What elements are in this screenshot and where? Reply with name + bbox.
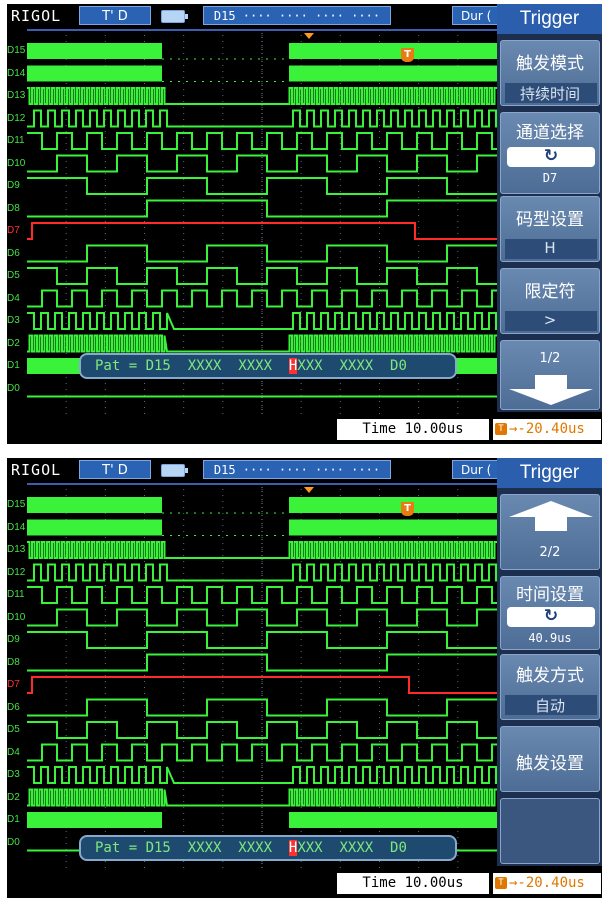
channel-label-d11: D11 — [7, 135, 25, 146]
menu-label: 触发模式 — [516, 54, 584, 74]
pattern-set-button[interactable]: 码型设置 H — [500, 196, 600, 262]
status-bar: RIGOL T' D D15 ···· ···· ···· ···· D0 Du… — [7, 4, 502, 42]
menu-label: 触发设置 — [516, 754, 584, 774]
channel-label-d0: D0 — [7, 836, 20, 848]
channel-label-d6: D6 — [7, 701, 20, 713]
channel-label-d14: D14 — [7, 67, 26, 79]
channel-label-d5: D5 — [7, 724, 20, 735]
empty-menu-slot — [500, 798, 600, 864]
arrow-down-icon — [509, 375, 593, 405]
menu-value: 持续时间 — [519, 85, 580, 103]
trigger-marker-icon: T — [401, 48, 414, 62]
menu-label: 通道选择 — [516, 123, 584, 143]
pattern-status: D15 ···· ···· ···· ···· D0 — [203, 6, 391, 42]
page-indicator: 1/2 — [539, 351, 561, 366]
channel-label-d2: D2 — [7, 791, 20, 803]
menu-label: 限定符 — [524, 282, 576, 302]
duration-indicator: Dur ( — [452, 460, 502, 479]
channel-label-d10: D10 — [7, 157, 26, 169]
bottom-bar: Time 10.00us T →-20.40us — [7, 416, 602, 444]
channel-label-d10: D10 — [7, 611, 26, 623]
pattern-overlay: Pat = D15 XXXX XXXX HXXX XXXX D0 — [79, 835, 457, 861]
trigger-setup-button[interactable]: 触发设置 — [500, 726, 600, 792]
channel-label-d3: D3 — [7, 769, 20, 780]
channel-label-d12: D12 — [7, 112, 26, 124]
time-readout: Time 10.00us — [337, 419, 489, 440]
menu-title[interactable]: Trigger — [497, 4, 602, 34]
channel-label-d2: D2 — [7, 337, 20, 349]
page-up-button[interactable]: 2/2 — [500, 494, 600, 570]
trigger-offset-readout: T →-20.40us — [493, 873, 601, 894]
menu-value: 40.9us — [528, 631, 572, 645]
trigger-offset-icon: T — [495, 423, 507, 435]
channel-label-d1: D1 — [7, 814, 20, 825]
brand-logo: RIGOL — [11, 461, 62, 479]
channel-label-d12: D12 — [7, 566, 26, 578]
channel-label-d8: D8 — [7, 656, 20, 668]
channel-label-d13: D13 — [7, 90, 26, 101]
channel-label-d13: D13 — [7, 544, 26, 555]
rotate-knob-icon: ↻ — [543, 146, 559, 166]
trigger-marker-icon: T — [401, 502, 414, 516]
channel-label-d7: D7 — [7, 225, 20, 236]
channel-label-d4: D4 — [7, 746, 20, 758]
pattern-status: D15 ···· ···· ···· ···· D0 — [203, 460, 391, 496]
time-set-button[interactable]: 时间设置 ↻ 40.9us — [500, 576, 600, 650]
battery-icon — [161, 464, 188, 477]
bottom-bar: Time 10.00us T →-20.40us — [7, 870, 602, 898]
menu-title[interactable]: Trigger — [497, 458, 602, 488]
page-down-button[interactable]: 1/2 — [500, 340, 600, 410]
trigger-status: T' D — [79, 460, 151, 479]
trigger-offset-readout: T →-20.40us — [493, 419, 601, 440]
channel-label-d0: D0 — [7, 382, 20, 394]
time-readout: Time 10.00us — [337, 873, 489, 894]
channel-label-d5: D5 — [7, 270, 20, 281]
trigger-mode-button[interactable]: 触发模式 持续时间 — [500, 40, 600, 106]
status-bar: RIGOL T' D D15 ···· ···· ···· ···· D0 Du… — [7, 458, 502, 496]
trigger-sweep-button[interactable]: 触发方式 自动 — [500, 654, 600, 720]
channel-label-d14: D14 — [7, 521, 26, 533]
menu-label: 时间设置 — [516, 585, 584, 605]
trigger-status: T' D — [79, 6, 151, 25]
channel-label-d9: D9 — [7, 180, 20, 191]
menu-value: D7 — [542, 171, 558, 185]
channel-label-d7: D7 — [7, 679, 20, 690]
pattern-overlay: Pat = D15 XXXX XXXX HXXX XXXX D0 — [79, 353, 457, 379]
page-indicator: 2/2 — [539, 545, 561, 560]
channel-label-d8: D8 — [7, 202, 20, 214]
menu-label: 码型设置 — [516, 210, 584, 230]
waveform-display — [27, 483, 497, 868]
menu-value: H — [544, 239, 556, 257]
oscilloscope-screen-2: RIGOL T' D D15 ···· ···· ···· ···· D0 Du… — [7, 458, 602, 898]
channel-select-button[interactable]: 通道选择 ↻ D7 — [500, 112, 600, 194]
battery-icon — [161, 10, 188, 23]
trigger-menu: Trigger 触发模式 持续时间 通道选择 ↻ D7 码型设置 H 限定符 >… — [497, 4, 602, 412]
rotate-knob-icon: ↻ — [543, 606, 559, 626]
duration-indicator: Dur ( — [452, 6, 502, 25]
knob-box: ↻ — [507, 146, 595, 167]
channel-label-d15: D15 — [7, 45, 26, 56]
channel-label-d11: D11 — [7, 589, 25, 600]
arrow-up-icon — [509, 501, 593, 531]
qualifier-button[interactable]: 限定符 > — [500, 268, 600, 334]
menu-value: 自动 — [534, 697, 565, 715]
menu-value: > — [543, 311, 557, 329]
channel-label-d3: D3 — [7, 315, 20, 326]
trigger-offset-icon: T — [495, 877, 507, 889]
oscilloscope-screen-1: RIGOL T' D D15 ···· ···· ···· ···· D0 Du… — [7, 4, 602, 444]
channel-label-d6: D6 — [7, 247, 20, 259]
channel-label-d15: D15 — [7, 499, 26, 510]
menu-label: 触发方式 — [516, 666, 584, 686]
brand-logo: RIGOL — [11, 7, 62, 25]
channel-label-d4: D4 — [7, 292, 20, 304]
channel-label-d1: D1 — [7, 360, 20, 371]
channel-label-d9: D9 — [7, 634, 20, 645]
trigger-menu: Trigger 2/2 时间设置 ↻ 40.9us 触发方式 自动 触发设置 — [497, 458, 602, 866]
knob-box: ↻ — [507, 606, 595, 627]
